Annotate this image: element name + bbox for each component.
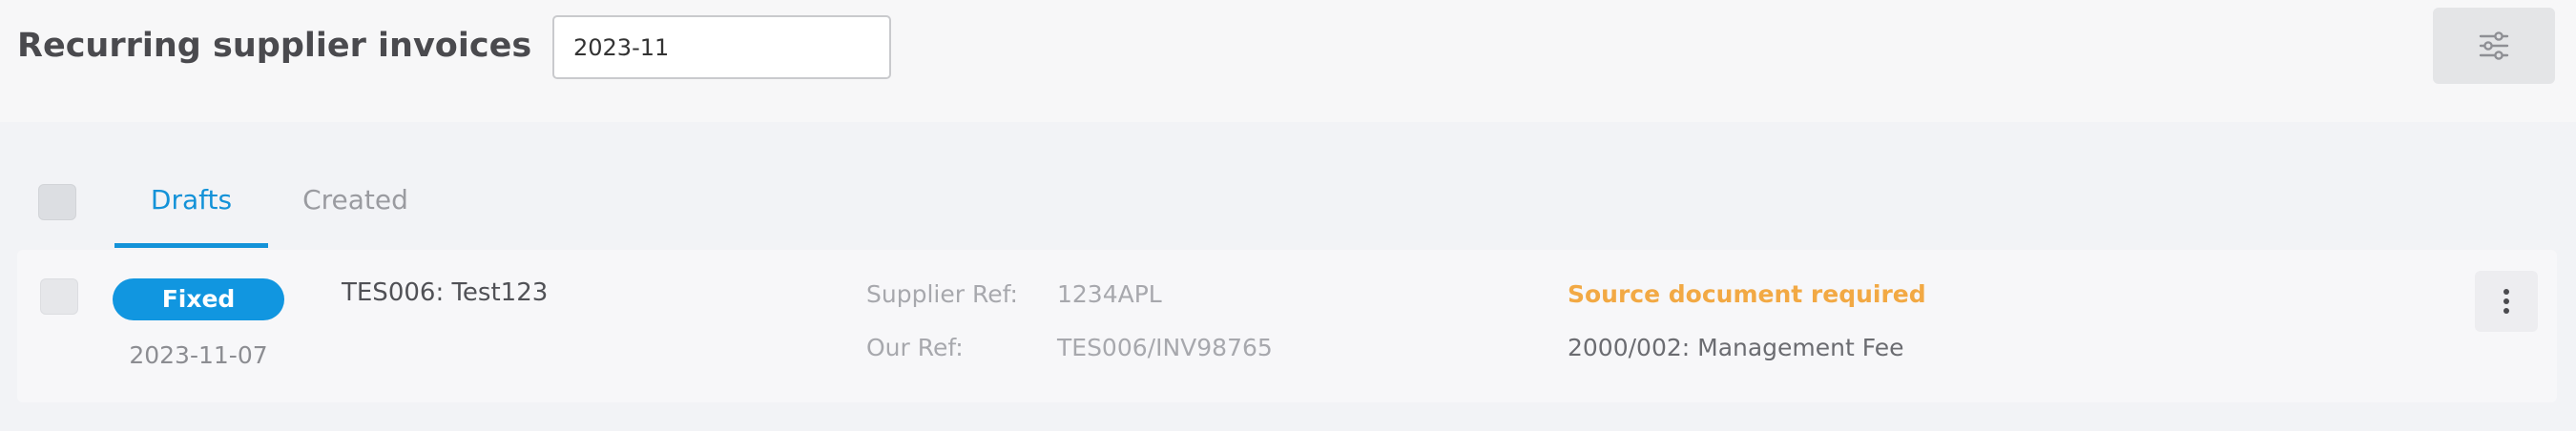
source-document-warning: Source document required: [1568, 280, 1926, 308]
page-title: Recurring supplier invoices: [17, 27, 532, 65]
invoice-row[interactable]: Fixed 2023-11-07 TES006: Test123 Supplie…: [17, 250, 2557, 402]
invoice-name[interactable]: TES006: Test123: [342, 278, 548, 307]
select-all-checkbox[interactable]: [38, 184, 76, 220]
more-vertical-icon: [2503, 289, 2509, 314]
supplier-ref-label: Supplier Ref:: [866, 280, 1018, 308]
sliders-icon: [2479, 31, 2509, 60]
row-menu-button[interactable]: [2475, 271, 2538, 332]
invoice-date: 2023-11-07: [129, 341, 268, 369]
our-ref-value: TES006/INV98765: [1057, 334, 1273, 361]
account-code: 2000/002: Management Fee: [1568, 334, 1904, 361]
our-ref-label: Our Ref:: [866, 334, 964, 361]
page-header: Recurring supplier invoices: [0, 0, 2576, 122]
filter-button[interactable]: [2433, 8, 2555, 84]
period-input[interactable]: [552, 15, 891, 79]
tab-created[interactable]: Created: [286, 172, 425, 248]
tab-drafts[interactable]: Drafts: [114, 172, 268, 248]
supplier-ref-value: 1234APL: [1057, 280, 1162, 308]
invoice-type-badge: Fixed: [113, 278, 284, 320]
row-checkbox[interactable]: [40, 278, 78, 315]
